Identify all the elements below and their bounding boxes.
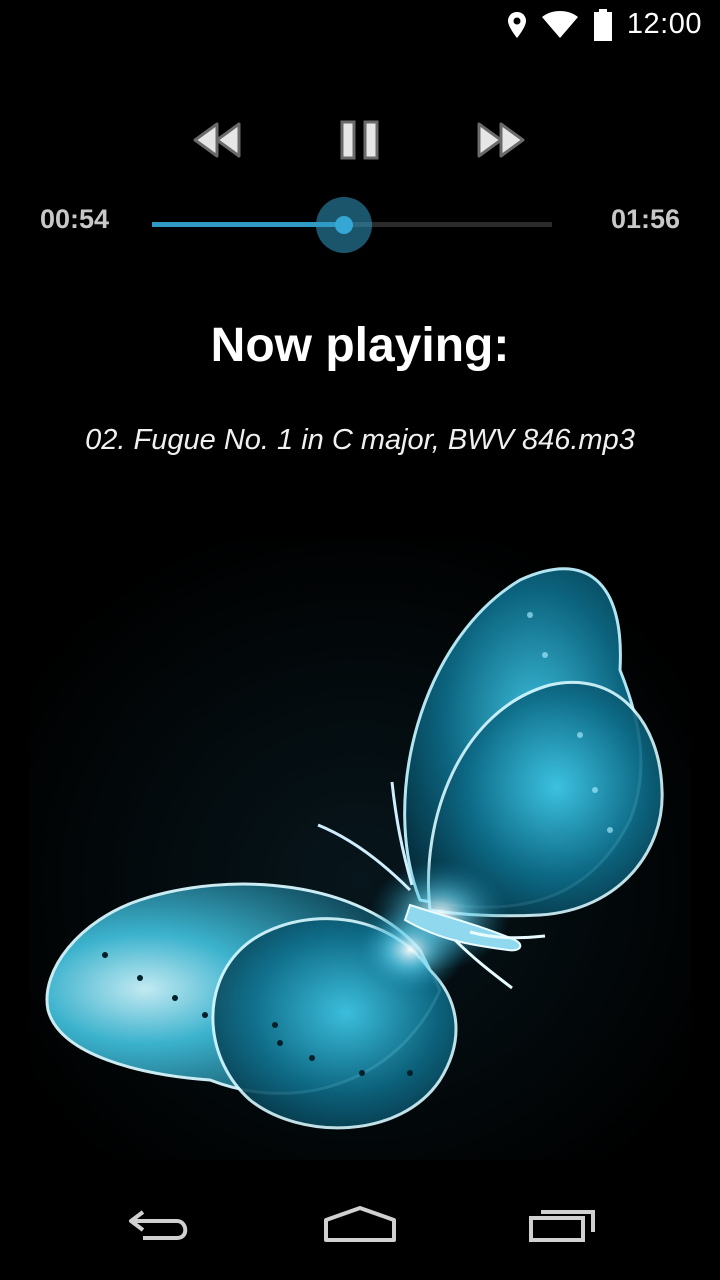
status-bar: 12:00 — [0, 0, 720, 50]
playback-controls — [0, 110, 720, 174]
album-art — [0, 520, 720, 1180]
fast-forward-button[interactable] — [466, 110, 536, 174]
recents-button[interactable] — [512, 1196, 612, 1256]
navigation-bar — [0, 1184, 720, 1280]
rewind-button[interactable] — [182, 110, 252, 174]
track-name: 02. Fugue No. 1 in C major, BWV 846.mp3 — [85, 424, 635, 456]
back-button[interactable] — [110, 1196, 210, 1256]
battery-icon — [593, 8, 613, 41]
location-icon — [507, 11, 527, 39]
elapsed-time: 00:54 — [40, 204, 110, 234]
now-playing-heading: Now playing: — [210, 319, 510, 372]
butterfly-image — [30, 540, 690, 1160]
status-clock: 12:00 — [626, 8, 702, 40]
recents-icon — [527, 1204, 597, 1249]
home-button[interactable] — [310, 1196, 410, 1256]
pause-button[interactable] — [325, 110, 395, 174]
wifi-icon — [541, 10, 579, 39]
home-icon — [322, 1204, 398, 1249]
seek-thumb[interactable] — [335, 216, 353, 234]
status-icons: 12:00 — [507, 8, 702, 41]
total-time: 01:56 — [610, 204, 680, 234]
rewind-icon — [191, 120, 243, 165]
back-icon — [125, 1204, 195, 1249]
pause-icon — [339, 119, 381, 166]
fast-forward-icon — [475, 120, 527, 165]
